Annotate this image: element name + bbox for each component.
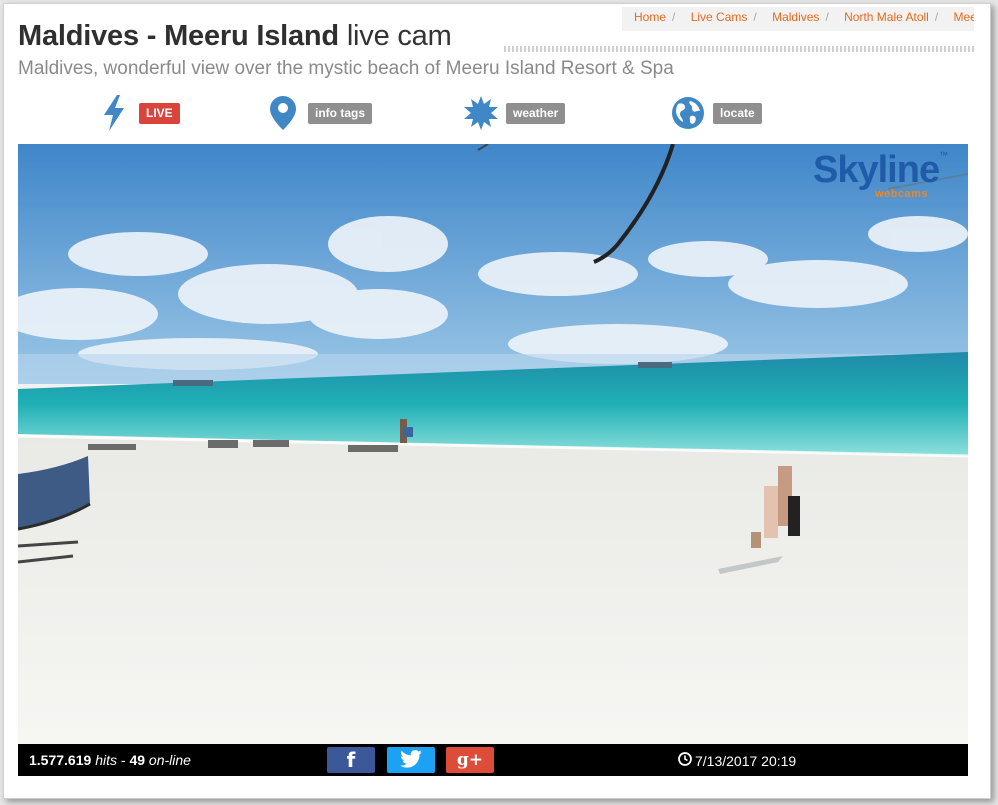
sun-icon (464, 94, 498, 132)
hits-separator: - (120, 752, 126, 768)
page-subtitle: Maldives, wonderful view over the mystic… (18, 58, 674, 79)
hits-value: 1.577.619 (29, 752, 92, 768)
live-badge: LIVE (139, 102, 180, 124)
twitter-share-button[interactable] (387, 747, 435, 773)
online-value: 49 (129, 752, 146, 768)
timestamp-value: 7/13/2017 20:19 (695, 752, 797, 769)
webcam-view[interactable] (18, 144, 968, 744)
breadcrumb-separator: / (825, 10, 829, 24)
lightning-icon (97, 94, 131, 132)
logo-trademark: ™ (939, 150, 949, 160)
weather-button[interactable]: weather (464, 92, 566, 134)
webcam-footer-bar: 1.577.619 hits - 49 on-line f g+ 7/13/20… (18, 744, 968, 776)
hits-counter: 1.577.619 hits - 49 on-line (29, 752, 191, 768)
header-divider (504, 46, 974, 52)
twitter-bird-icon (400, 749, 422, 771)
logo-subtitle: webcams (875, 188, 929, 200)
hits-label: hits (95, 752, 117, 768)
logo-name: Skyline (813, 149, 940, 191)
webcam-image (18, 144, 968, 744)
globe-icon (671, 94, 705, 132)
breadcrumb-separator: / (753, 10, 757, 24)
breadcrumb-home[interactable]: Home (622, 10, 666, 24)
clock-icon (678, 752, 692, 769)
live-button[interactable]: LIVE (97, 92, 180, 134)
locate-label: locate (713, 102, 762, 124)
page-title-light: live cam (346, 20, 452, 52)
breadcrumb-separator: / (672, 10, 676, 24)
facebook-icon: f (346, 748, 356, 772)
breadcrumb-live-cams[interactable]: Live Cams (679, 10, 748, 24)
webcam-toolbar: LIVE info tags weather locate (0, 92, 998, 134)
breadcrumb-meerufenfushi[interactable]: Meerufenfushi (942, 10, 974, 24)
page-title: Maldives - Meeru Island live cam (18, 20, 452, 53)
breadcrumb-separator: / (934, 10, 939, 24)
info-tags-button[interactable]: info tags (266, 92, 372, 134)
googleplus-icon: g+ (456, 750, 484, 770)
googleplus-share-button[interactable]: g+ (446, 747, 494, 773)
online-label: on-line (148, 752, 191, 768)
breadcrumb-maldives[interactable]: Maldives (760, 10, 819, 24)
skyline-webcams-logo[interactable]: Skyline™ webcams (813, 150, 963, 205)
timestamp: 7/13/2017 20:19 (678, 752, 796, 769)
facebook-share-button[interactable]: f (327, 747, 375, 773)
breadcrumb: Home / Live Cams / Maldives / North Male At… (622, 7, 974, 31)
page-title-bold: Maldives - Meeru Island (18, 20, 339, 52)
map-pin-icon (266, 94, 300, 132)
locate-button[interactable]: locate (671, 92, 762, 134)
weather-label: weather (506, 102, 566, 124)
info-tags-label: info tags (308, 102, 372, 124)
breadcrumb-north-male-atoll[interactable]: North Male Atoll (832, 10, 929, 24)
